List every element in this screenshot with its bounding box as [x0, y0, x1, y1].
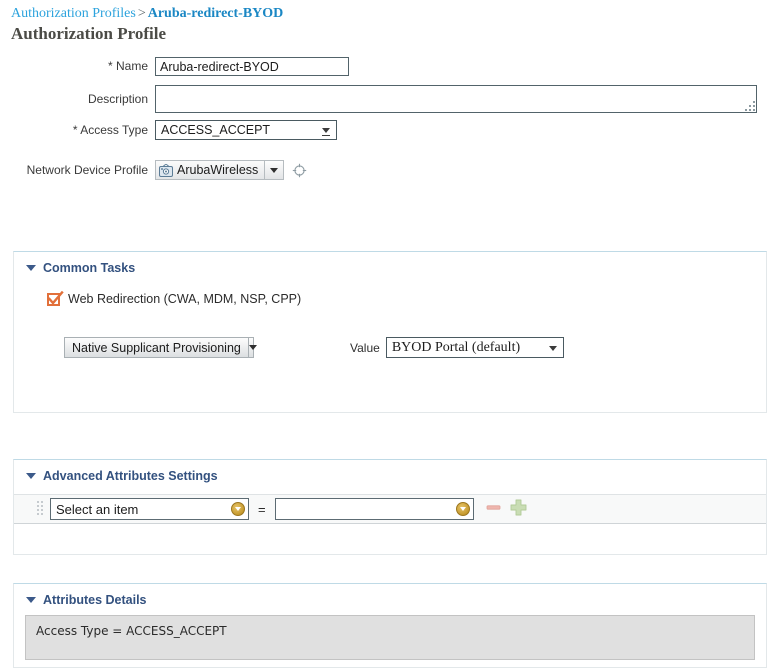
network-device-profile-row: Network Device Profile ArubaWireless	[0, 159, 400, 181]
common-tasks-header[interactable]: Common Tasks	[14, 252, 766, 275]
name-row: * Name Aruba-redirect-BYOD	[0, 55, 400, 77]
equals-operator: =	[258, 501, 266, 517]
attributes-details-title: Attributes Details	[43, 593, 147, 607]
chevron-down-icon	[548, 345, 557, 351]
access-type-value: ACCESS_ACCEPT	[161, 123, 271, 137]
network-device-profile-value: ArubaWireless	[177, 163, 259, 177]
name-input[interactable]: Aruba-redirect-BYOD	[155, 56, 349, 76]
drag-grip-icon[interactable]	[37, 501, 44, 517]
redirect-type-select[interactable]: Native Supplicant Provisioning	[64, 337, 257, 358]
redirect-config-row: Native Supplicant Provisioning Value BYO…	[14, 337, 766, 358]
access-type-row: * Access Type ACCESS_ACCEPT	[0, 119, 400, 141]
network-device-profile-label: Network Device Profile	[26, 163, 148, 177]
attribute-name-select[interactable]: Select an item	[50, 498, 249, 520]
caret-down-icon[interactable]	[26, 597, 36, 603]
page-title: Authorization Profile	[11, 24, 167, 43]
network-device-profile-dropdown-button[interactable]	[264, 161, 284, 179]
access-type-label: * Access Type	[0, 123, 155, 137]
chevron-underline	[322, 135, 330, 136]
required-marker: *	[72, 123, 78, 137]
web-redirection-label: Web Redirection (CWA, MDM, NSP, CPP)	[68, 292, 302, 306]
advanced-attributes-title: Advanced Attributes Settings	[43, 469, 218, 483]
network-device-profile-select[interactable]: ArubaWireless	[155, 160, 285, 180]
resize-grip-icon[interactable]	[744, 100, 755, 111]
advanced-attributes-panel: Advanced Attributes Settings Select an i…	[13, 459, 767, 555]
web-redirection-checkbox[interactable]	[47, 290, 64, 306]
value-select[interactable]: BYOD Portal (default)	[385, 337, 564, 358]
description-label: Description	[87, 92, 148, 106]
attribute-row: Select an item =	[14, 494, 766, 524]
breadcrumb-separator: >	[137, 6, 146, 21]
chevron-down-icon	[270, 167, 279, 173]
redirect-type-value: Native Supplicant Provisioning	[72, 340, 241, 355]
wireless-device-icon	[156, 161, 176, 179]
chevron-down-icon	[459, 507, 466, 511]
common-tasks-panel: Common Tasks Web Redirection (CWA, MDM, …	[13, 251, 767, 413]
minus-icon[interactable]	[486, 500, 501, 518]
breadcrumb-parent-link[interactable]: Authorization Profiles	[11, 6, 136, 21]
attribute-name-dropdown-button[interactable]	[231, 502, 245, 516]
caret-down-icon[interactable]	[26, 473, 36, 479]
breadcrumb-current: Aruba-redirect-BYOD	[147, 6, 284, 21]
redirect-type-dropdown-button[interactable]	[247, 338, 257, 357]
name-label-text: Name	[115, 59, 148, 73]
common-tasks-title: Common Tasks	[43, 261, 136, 275]
web-redirection-row: Web Redirection (CWA, MDM, NSP, CPP)	[14, 290, 766, 306]
access-type-select[interactable]: ACCESS_ACCEPT	[155, 120, 337, 140]
caret-down-icon[interactable]	[26, 265, 36, 271]
crosshair-target-icon[interactable]	[292, 163, 307, 178]
attribute-value-dropdown-button[interactable]	[455, 502, 470, 516]
value-label: Value	[350, 340, 380, 355]
access-type-label-text: Access Type	[80, 123, 148, 137]
attributes-details-content: Access Type = ACCESS_ACCEPT	[36, 624, 227, 638]
attributes-details-header[interactable]: Attributes Details	[14, 584, 766, 607]
plus-icon[interactable]	[510, 499, 527, 519]
description-row: Description	[0, 84, 781, 114]
breadcrumb: Authorization Profiles > Aruba-redirect-BY…	[11, 6, 283, 22]
required-marker: *	[107, 59, 113, 73]
chevron-down-icon	[235, 507, 241, 511]
attributes-details-box: Access Type = ACCESS_ACCEPT	[25, 615, 755, 660]
value-select-value: BYOD Portal (default)	[391, 339, 521, 355]
attributes-details-panel: Attributes Details Access Type = ACCESS_…	[13, 583, 767, 668]
attribute-value-select[interactable]	[274, 498, 474, 520]
attribute-name-value: Select an item	[56, 501, 139, 517]
advanced-attributes-header[interactable]: Advanced Attributes Settings	[14, 460, 766, 483]
chevron-down-icon	[322, 128, 330, 133]
description-input[interactable]	[155, 85, 757, 113]
name-label: * Name	[0, 59, 155, 73]
chevron-down-icon	[248, 345, 257, 350]
